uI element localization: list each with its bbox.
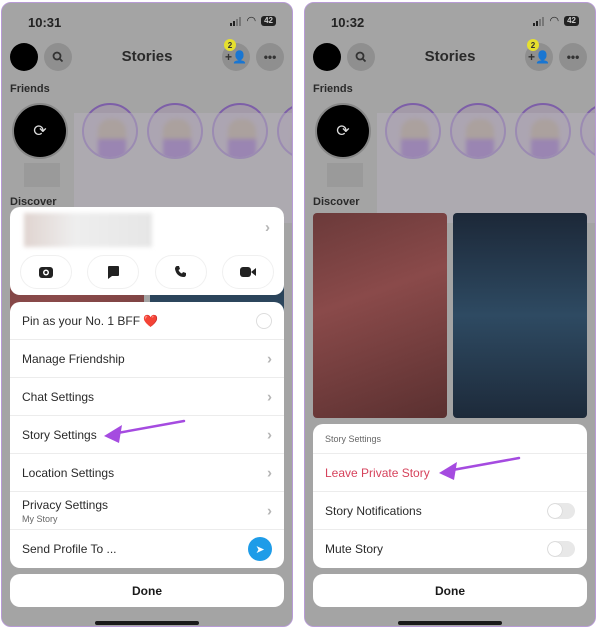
notification-badge: 2 bbox=[527, 39, 539, 51]
more-icon: ••• bbox=[263, 50, 277, 64]
clock: 10:32 bbox=[331, 15, 365, 30]
menu-item-label: Location Settings bbox=[22, 465, 115, 480]
camera-icon bbox=[39, 267, 53, 278]
blur-overlay bbox=[377, 113, 595, 223]
chevron-right-icon: › bbox=[267, 388, 272, 405]
wifi-icon: ◠ bbox=[549, 15, 560, 27]
add-friend-icon: +👤 bbox=[225, 50, 247, 64]
notification-badge: 2 bbox=[224, 39, 236, 51]
call-button[interactable] bbox=[154, 255, 207, 289]
chevron-right-icon[interactable]: › bbox=[265, 219, 270, 236]
top-bar: Stories +👤 2 ••• bbox=[305, 39, 595, 73]
menu-item-label: Privacy Settings bbox=[22, 497, 109, 512]
chevron-right-icon: › bbox=[267, 426, 272, 443]
discover-grid bbox=[313, 213, 587, 418]
menu-item-label: Chat Settings bbox=[22, 389, 95, 404]
menu-item-privacy-settings[interactable]: Privacy Settings My Story › bbox=[10, 492, 284, 530]
menu-item-mute-story: Mute Story bbox=[313, 530, 587, 568]
action-row bbox=[20, 255, 274, 289]
screen-left: 10:31 ◠ 42 Stories +👤 2 ••• Friends ⟳ Di… bbox=[1, 2, 293, 627]
blurred-profile[interactable] bbox=[24, 213, 152, 247]
blurred-name bbox=[24, 163, 60, 187]
status-bar: 10:32 ◠ 42 bbox=[305, 13, 595, 33]
my-story-bubble[interactable]: ⟳ bbox=[315, 103, 371, 159]
menu-item-location-settings[interactable]: Location Settings › bbox=[10, 454, 284, 492]
refresh-icon: ⟳ bbox=[336, 123, 350, 140]
blurred-name bbox=[327, 163, 363, 187]
send-button[interactable]: ➤ bbox=[248, 537, 272, 561]
status-icons: ◠ 42 bbox=[230, 15, 276, 27]
chevron-right-icon: › bbox=[267, 350, 272, 367]
refresh-icon: ⟳ bbox=[33, 123, 47, 140]
menu-item-story-notifications: Story Notifications bbox=[313, 492, 587, 530]
battery-icon: 42 bbox=[261, 16, 276, 26]
discover-heading: Discover bbox=[313, 196, 360, 208]
video-call-button[interactable] bbox=[221, 255, 274, 289]
more-icon: ••• bbox=[566, 50, 580, 64]
menu-item-label: Pin as your No. 1 BFF ❤️ bbox=[22, 313, 159, 328]
signal-icon bbox=[533, 16, 545, 26]
status-bar: 10:31 ◠ 42 bbox=[2, 13, 292, 33]
send-icon: ➤ bbox=[255, 543, 265, 556]
home-indicator bbox=[398, 621, 502, 625]
chevron-right-icon: › bbox=[267, 464, 272, 481]
camera-button[interactable] bbox=[20, 255, 72, 289]
clock: 10:31 bbox=[28, 15, 62, 30]
story-notifications-toggle[interactable] bbox=[547, 502, 575, 519]
menu-item-label: Manage Friendship bbox=[22, 351, 125, 366]
chat-button[interactable] bbox=[87, 255, 140, 289]
menu-item-label: Story Notifications bbox=[325, 503, 422, 518]
menu-item-manage-friendship[interactable]: Manage Friendship › bbox=[10, 340, 284, 378]
discover-tile[interactable] bbox=[313, 213, 447, 418]
wifi-icon: ◠ bbox=[246, 15, 257, 27]
battery-icon: 42 bbox=[564, 16, 579, 26]
friends-row: ⟳ bbox=[315, 101, 595, 223]
status-icons: ◠ 42 bbox=[533, 15, 579, 27]
menu-item-pin-bff[interactable]: Pin as your No. 1 BFF ❤️ bbox=[10, 302, 284, 340]
mute-story-toggle[interactable] bbox=[547, 541, 575, 557]
menu-item-story-settings[interactable]: Story Settings › bbox=[10, 416, 284, 454]
menu-item-label: Leave Private Story bbox=[325, 465, 430, 480]
done-button[interactable]: Done bbox=[10, 574, 284, 607]
my-story-bubble[interactable]: ⟳ bbox=[12, 103, 68, 159]
top-bar: Stories +👤 2 ••• bbox=[2, 39, 292, 73]
profile-card: › bbox=[10, 207, 284, 295]
menu-item-label: Story Settings bbox=[22, 427, 97, 442]
menu-item-sublabel: My Story bbox=[22, 513, 58, 524]
menu-item-leave-private-story[interactable]: Leave Private Story bbox=[313, 454, 587, 492]
menu-item-send-profile[interactable]: Send Profile To ... ➤ bbox=[10, 530, 284, 568]
add-friend-icon: +👤 bbox=[528, 50, 550, 64]
menu-item-label: Send Profile To ... bbox=[22, 542, 117, 556]
more-button[interactable]: ••• bbox=[256, 43, 284, 71]
home-indicator bbox=[95, 621, 199, 625]
sheet-title: Story Settings bbox=[313, 424, 587, 454]
phone-icon bbox=[174, 266, 186, 277]
friends-heading: Friends bbox=[10, 83, 50, 95]
menu-item-label: Mute Story bbox=[325, 542, 384, 556]
chat-icon bbox=[108, 266, 120, 279]
done-button[interactable]: Done bbox=[313, 574, 587, 607]
radio-button[interactable] bbox=[256, 312, 272, 329]
discover-tile[interactable] bbox=[453, 213, 587, 418]
friend-options-menu: Pin as your No. 1 BFF ❤️ Manage Friendsh… bbox=[10, 302, 284, 568]
story-settings-sheet: Story Settings Leave Private Story Story… bbox=[313, 424, 587, 568]
friends-row: ⟳ bbox=[12, 101, 292, 223]
video-icon bbox=[239, 267, 256, 277]
chevron-right-icon: › bbox=[267, 502, 272, 519]
signal-icon bbox=[230, 16, 242, 26]
menu-item-chat-settings[interactable]: Chat Settings › bbox=[10, 378, 284, 416]
friends-heading: Friends bbox=[313, 83, 353, 95]
screen-right: 10:32 ◠ 42 Stories +👤 2 ••• Friends ⟳ Di… bbox=[304, 2, 596, 627]
more-button[interactable]: ••• bbox=[559, 43, 587, 71]
